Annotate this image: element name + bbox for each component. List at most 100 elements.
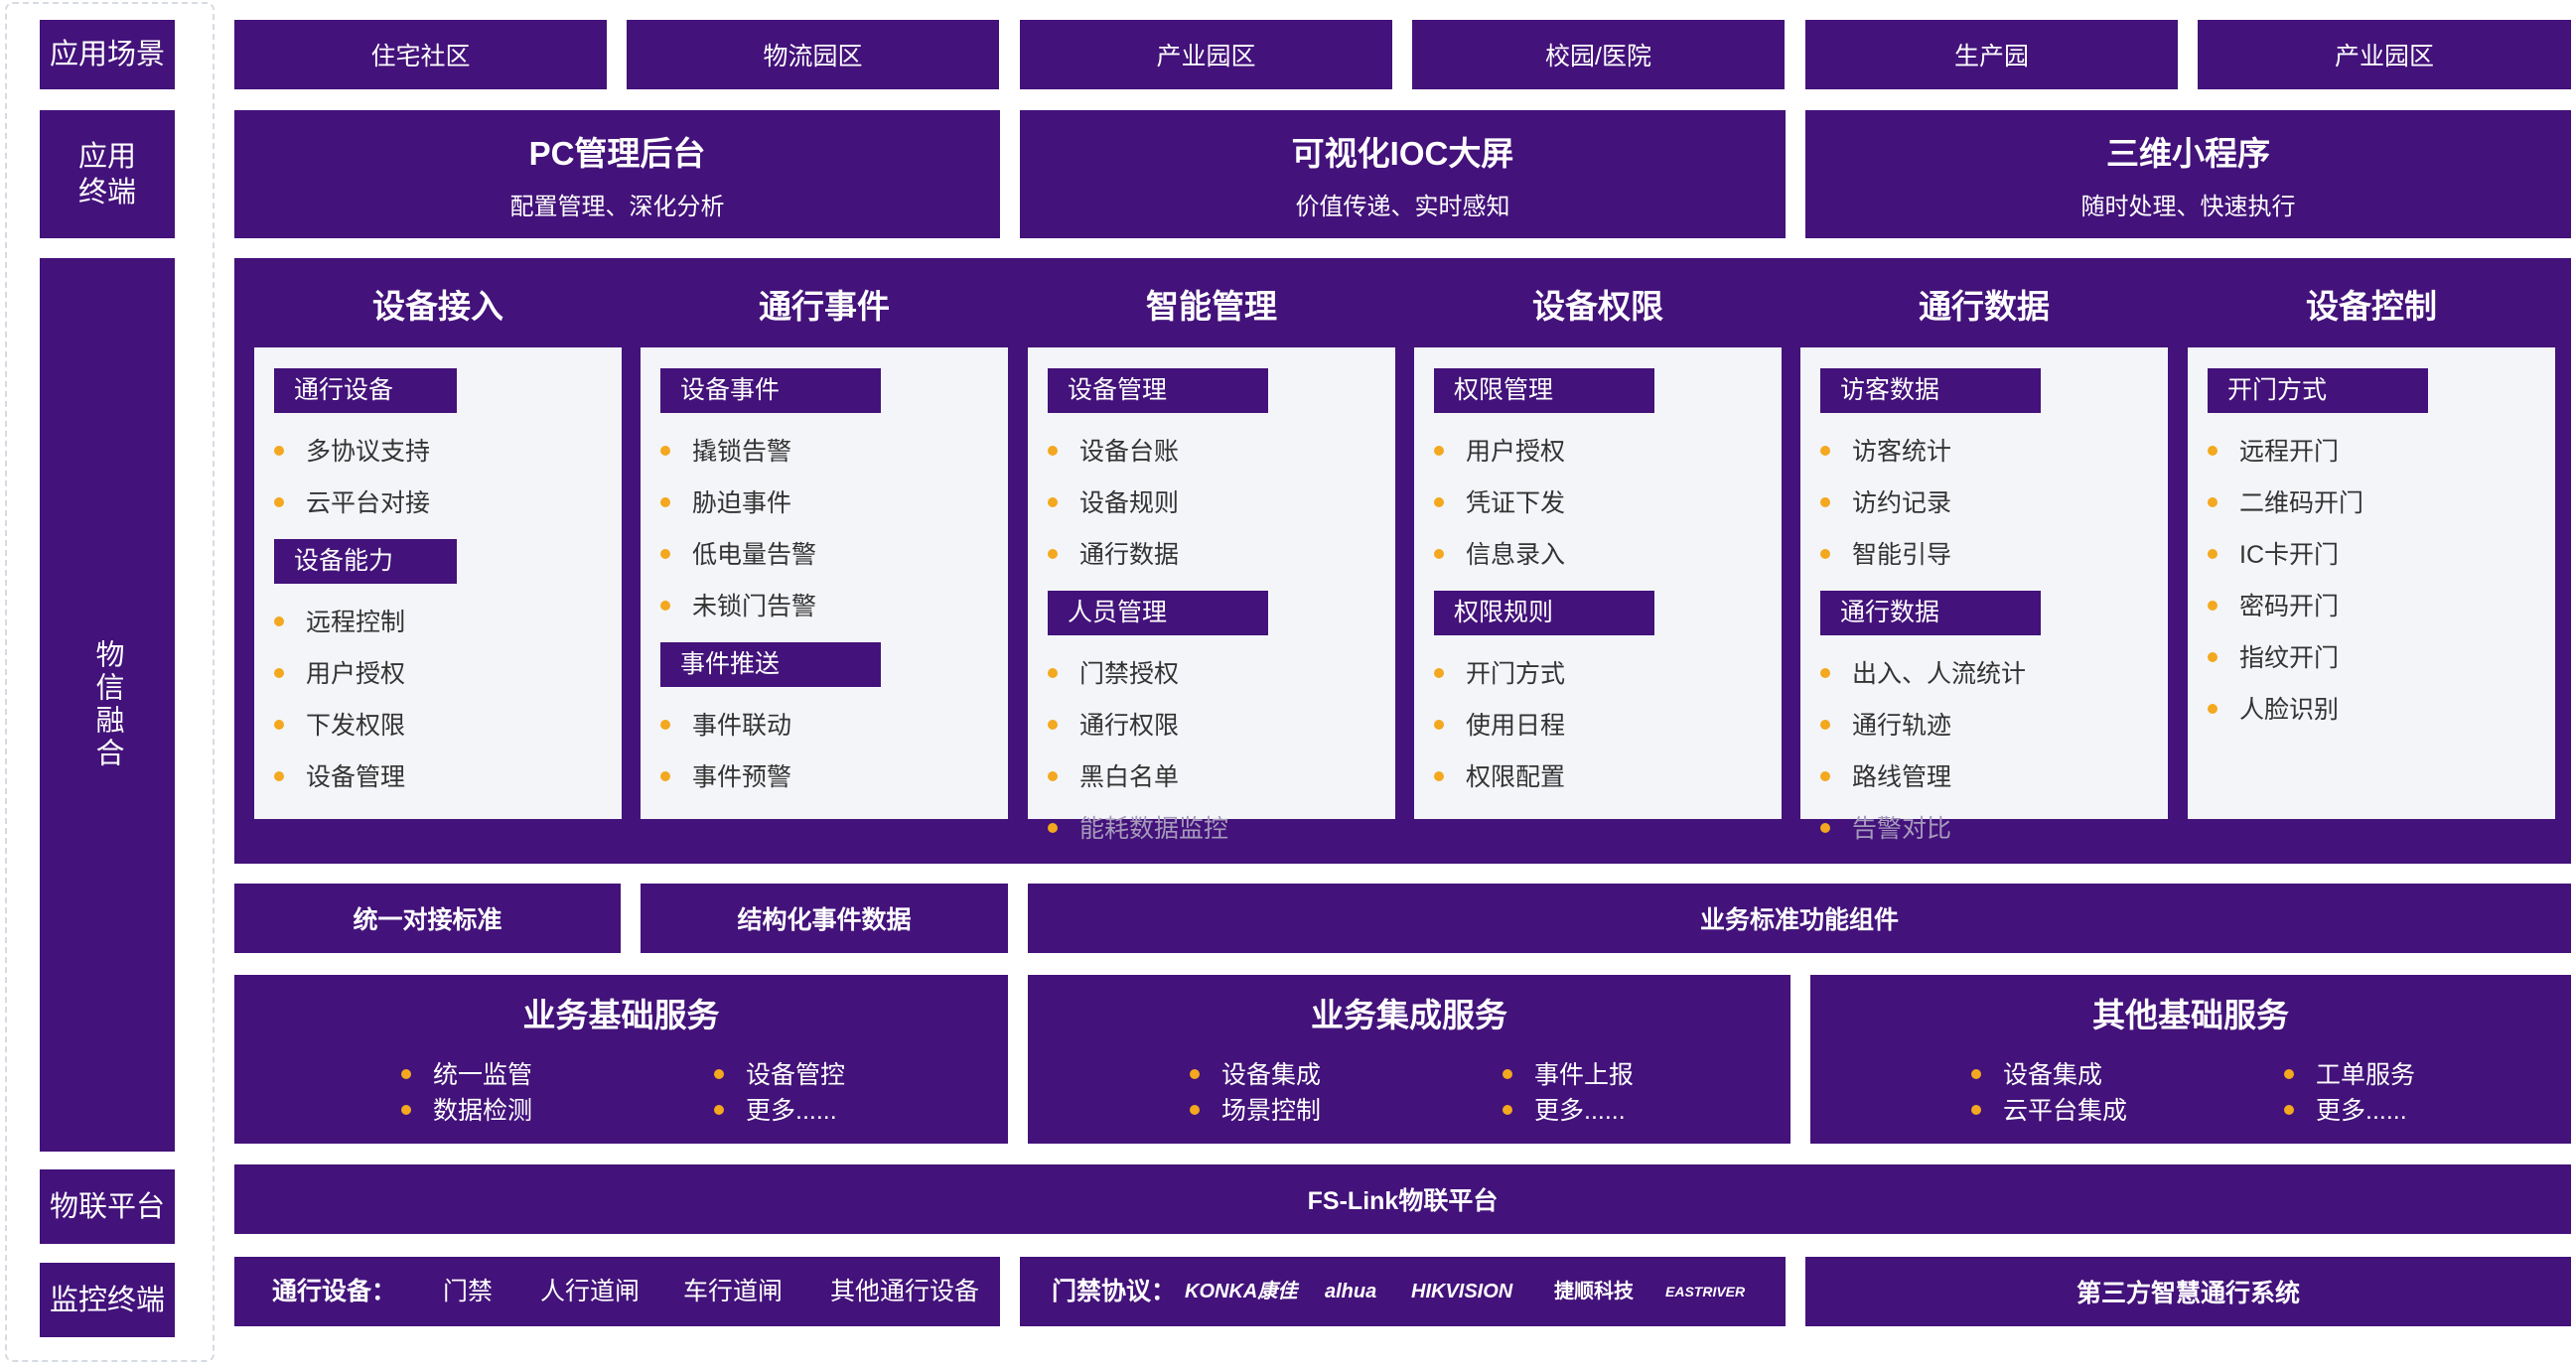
list-item: 事件联动 (660, 709, 791, 743)
label-terminals: 应用终端 (40, 110, 175, 238)
bullet-dot (1434, 720, 1444, 731)
bullet-dot (274, 616, 284, 627)
terminal-subtitle: 随时处理、快速执行 (2080, 194, 2296, 220)
terminal-pc: PC管理后台 配置管理、深化分析 (234, 110, 1000, 238)
service-item: 设备集成 (1190, 1055, 1321, 1091)
category-title: 通行事件 (759, 288, 890, 325)
category-card (641, 347, 1008, 819)
list-item: 低电量告警 (660, 538, 816, 572)
service-item: 场景控制 (1190, 1091, 1321, 1127)
bullet-dot (1503, 1105, 1512, 1116)
terminal-title: 三维小程序 (2106, 135, 2270, 172)
bullet-dot (1190, 1069, 1200, 1080)
terminal-title: PC管理后台 (528, 135, 706, 172)
group-tag: 权限规则 (1434, 591, 1654, 635)
group-tag: 设备事件 (660, 368, 881, 413)
label-fusion: 物信融合 (40, 258, 175, 1152)
monitor-devices: 通行设备： 门禁 人行道闸 车行道闸 其他通行设备 (234, 1257, 1000, 1326)
bullet-dot (274, 668, 284, 679)
list-item: 通行轨迹 (1820, 709, 1951, 743)
group-tag: 开门方式 (2208, 368, 2428, 413)
hikvision-logo-icon: HIKVISION (1411, 1281, 1513, 1302)
list-item: 胁迫事件 (660, 486, 791, 520)
scene-item: 产业园区 (1020, 20, 1392, 89)
service-title: 其他基础服务 (2092, 997, 2289, 1033)
service-item: 更多...... (714, 1091, 837, 1127)
list-item: 开门方式 (1434, 657, 1565, 691)
category-title: 智能管理 (1146, 288, 1277, 325)
bullet-dot (1820, 720, 1830, 731)
category-card (1800, 347, 2168, 819)
bullet-dot (1048, 549, 1058, 560)
service-item: 更多...... (2284, 1091, 2407, 1127)
bullet-dot (1503, 1069, 1512, 1080)
bullet-dot (274, 446, 284, 457)
label-platform: 物联平台 (40, 1169, 175, 1244)
service-item: 数据检测 (401, 1091, 532, 1127)
list-item: 使用日程 (1434, 709, 1565, 743)
list-item: IC卡开门 (2208, 538, 2339, 572)
list-item: 二维码开门 (2208, 486, 2363, 520)
group-tag: 事件推送 (660, 642, 881, 687)
bullet-dot (1971, 1105, 1981, 1116)
list-item: 密码开门 (2208, 590, 2339, 623)
device-item: 人行道闸 (540, 1278, 641, 1305)
third-party-system: 第三方智慧通行系统 (1805, 1257, 2571, 1326)
standard-item: 结构化事件数据 (641, 884, 1008, 953)
list-item: 访约记录 (1820, 486, 1951, 520)
category-title: 通行数据 (1919, 288, 2050, 325)
list-item: 远程控制 (274, 606, 405, 639)
bullet-dot (660, 549, 670, 560)
konka-logo-icon: KONKA康佳 (1185, 1281, 1298, 1302)
list-item: 权限配置 (1434, 760, 1565, 794)
bullet-dot (1048, 823, 1058, 834)
device-item: 车行道闸 (683, 1278, 784, 1305)
list-item: 多协议支持 (274, 435, 430, 469)
group-tag: 设备管理 (1048, 368, 1268, 413)
device-item: 其他通行设备 (830, 1278, 980, 1305)
bullet-dot (2284, 1105, 2294, 1116)
list-item: 人脸识别 (2208, 693, 2339, 727)
group-tag: 人员管理 (1048, 591, 1268, 635)
bullet-dot (401, 1069, 411, 1080)
bullet-dot (2208, 549, 2218, 560)
list-item: 智能引导 (1820, 538, 1951, 572)
list-item: 通行数据 (1048, 538, 1179, 572)
service-item: 设备管控 (714, 1055, 845, 1091)
category-card (1028, 347, 1395, 819)
service-item: 设备集成 (1971, 1055, 2102, 1091)
eastriver-logo-icon: EASTRIVER (1665, 1284, 1746, 1299)
bullet-dot (1434, 771, 1444, 782)
service-block: 业务基础服务 统一监管 数据检测 设备管控 更多...... (234, 975, 1008, 1144)
jieshun-logo-icon: 捷顺科技 (1554, 1281, 1634, 1302)
bullet-dot (1820, 823, 1830, 834)
bullet-dot (2208, 446, 2218, 457)
label-scenes: 应用场景 (40, 20, 175, 89)
list-item: 黑白名单 (1048, 760, 1179, 794)
devices-label: 通行设备： (272, 1278, 397, 1305)
group-tag: 设备能力 (274, 539, 457, 584)
list-item-overflow: 能耗数据监控 (1048, 812, 1228, 846)
scene-item: 物流园区 (627, 20, 999, 89)
list-item: 用户授权 (274, 657, 405, 691)
bullet-dot (1190, 1105, 1200, 1116)
group-tag: 通行数据 (1820, 591, 2041, 635)
protocol-label: 门禁协议： (1052, 1278, 1177, 1305)
bullet-dot (1048, 446, 1058, 457)
bullet-dot (401, 1105, 411, 1116)
list-item: 设备台账 (1048, 435, 1179, 469)
bullet-dot (660, 497, 670, 508)
bullet-dot (274, 720, 284, 731)
list-item: 撬锁告警 (660, 435, 791, 469)
category-title: 设备权限 (1532, 288, 1663, 325)
standard-item: 业务标准功能组件 (1028, 884, 2571, 953)
bullet-dot (1820, 497, 1830, 508)
list-item: 远程开门 (2208, 435, 2339, 469)
bullet-dot (660, 601, 670, 612)
service-item: 更多...... (1503, 1091, 1626, 1127)
list-item: 设备管理 (274, 760, 405, 794)
service-item: 统一监管 (401, 1055, 532, 1091)
bullet-dot (1434, 549, 1444, 560)
bullet-dot (2208, 601, 2218, 612)
bullet-dot (660, 720, 670, 731)
